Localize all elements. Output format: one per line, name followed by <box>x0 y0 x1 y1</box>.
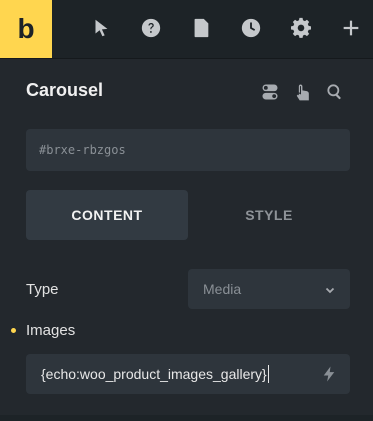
css-id-field[interactable]: #brxe-rbzgos <box>26 129 350 171</box>
type-label: Type <box>26 281 59 298</box>
search-icon[interactable] <box>323 80 347 104</box>
panel-bottom-edge <box>0 415 373 421</box>
toolbar-divider <box>0 58 373 59</box>
images-label: Images <box>26 322 76 339</box>
pages-icon[interactable] <box>188 15 214 41</box>
help-icon[interactable] <box>138 15 164 41</box>
bricks-logo[interactable]: b <box>0 0 52 58</box>
logo-letter: b <box>17 13 35 44</box>
pointer-icon[interactable] <box>88 15 114 41</box>
dynamic-data-icon[interactable] <box>318 363 340 385</box>
tab-style[interactable]: STYLE <box>188 190 350 240</box>
images-input[interactable]: {echo:woo_product_images_gallery} <box>26 354 350 394</box>
chevron-down-icon <box>324 283 336 295</box>
images-input-value: {echo:woo_product_images_gallery} <box>41 366 267 382</box>
toggle-icon[interactable] <box>258 80 282 104</box>
top-toolbar: b <box>0 0 373 58</box>
history-icon[interactable] <box>238 15 264 41</box>
add-icon[interactable] <box>338 15 364 41</box>
settings-icon[interactable] <box>288 15 314 41</box>
panel-title: Carousel <box>26 80 104 100</box>
text-cursor <box>267 365 269 383</box>
type-select-value: Media <box>203 281 242 297</box>
css-id-placeholder: #brxe-rbzgos <box>39 143 126 157</box>
interaction-icon[interactable] <box>291 80 315 104</box>
type-select[interactable]: Media <box>188 269 350 309</box>
tab-content[interactable]: CONTENT <box>26 190 188 240</box>
active-indicator-dot <box>11 328 16 333</box>
